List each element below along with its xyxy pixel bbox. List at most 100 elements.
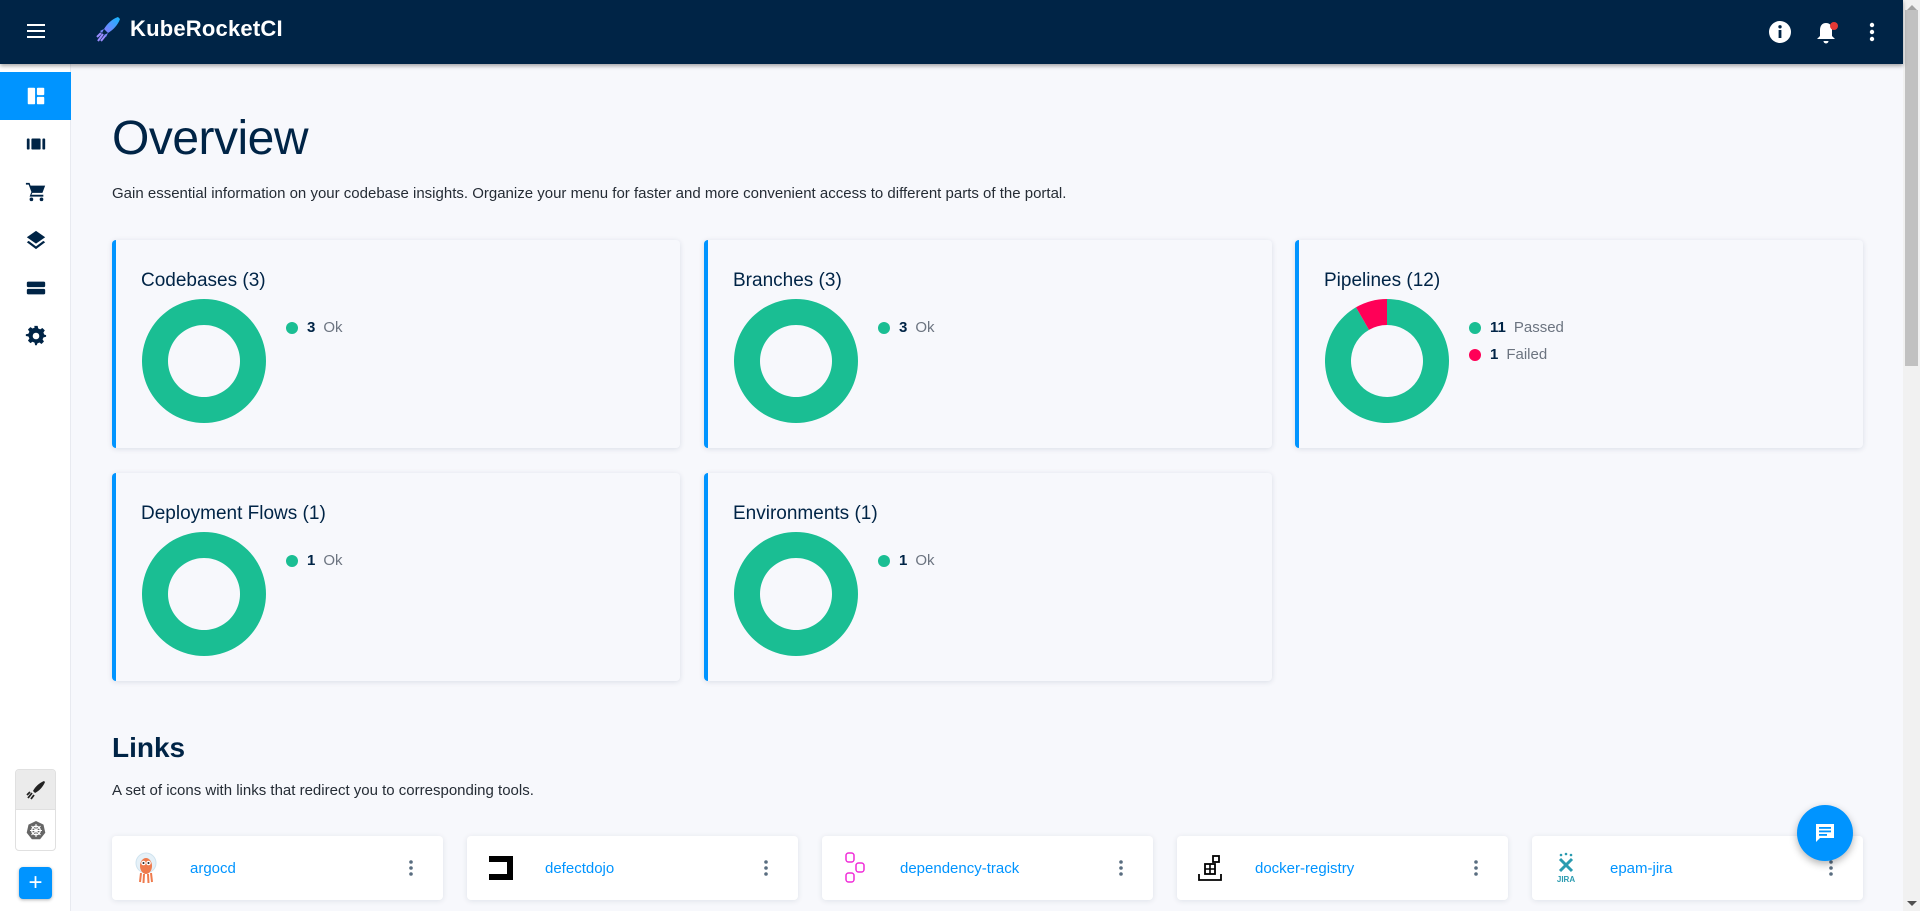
link-name[interactable]: argocd (190, 860, 393, 877)
legend-label: Ok (915, 552, 935, 569)
link-name[interactable]: docker-registry (1255, 860, 1458, 877)
sidebar-item-configuration[interactable] (0, 312, 71, 360)
more-vertical-icon (1869, 22, 1875, 42)
link-menu-button[interactable] (393, 850, 429, 886)
environments-donut-chart (734, 532, 858, 656)
link-name[interactable]: epam-jira (1610, 860, 1813, 877)
environments-card[interactable]: Environments (1) 1 Ok (704, 473, 1272, 681)
deployment-flows-card[interactable]: Deployment Flows (1) 1 Ok (112, 473, 680, 681)
sidebar: + (0, 64, 71, 911)
pipelines-donut-chart (1325, 299, 1449, 423)
rocket-icon (25, 780, 45, 800)
legend-value: 11 (1490, 319, 1506, 336)
link-menu-button[interactable] (748, 850, 784, 886)
codebases-card[interactable]: Codebases (3) 3 Ok (112, 240, 680, 448)
sidebar-item-deployment-flows[interactable] (0, 216, 71, 264)
sidebar-item-components[interactable] (0, 120, 71, 168)
codebases-donut-chart (142, 299, 266, 423)
status-dot-passed (1469, 321, 1481, 334)
app-header: KubeRocketCI (0, 0, 1903, 64)
legend-item-ok: 3 Ok (878, 314, 935, 341)
kubernetes-mode-button[interactable] (16, 810, 55, 850)
hamburger-menu-icon[interactable] (22, 20, 50, 44)
page-scrollbar[interactable] (1903, 0, 1920, 911)
legend-label: Failed (1506, 346, 1548, 363)
pipelines-card[interactable]: Pipelines (12) 11 Passed 1 Failed (1295, 240, 1863, 448)
scroll-down-arrow-icon[interactable] (1907, 901, 1917, 906)
card-title: Pipelines (12) (1324, 270, 1441, 291)
card-title: Branches (3) (733, 270, 842, 291)
card-title: Codebases (3) (141, 270, 266, 291)
branches-card[interactable]: Branches (3) 3 Ok (704, 240, 1272, 448)
legend-item-ok: 1 Ok (286, 547, 343, 574)
more-vertical-icon (1829, 860, 1833, 876)
chart-legend: 3 Ok (286, 314, 343, 341)
status-dot-ok (878, 321, 890, 334)
link-name[interactable]: defectdojo (545, 860, 748, 877)
view-array-icon (26, 138, 45, 150)
kubernetes-icon (26, 821, 45, 840)
argocd-icon (130, 852, 162, 884)
donut-slice-ok (142, 532, 266, 656)
page-subtitle: Gain essential information on your codeb… (112, 185, 1067, 202)
gear-icon (25, 325, 46, 346)
legend-value: 1 (1490, 346, 1499, 363)
status-dot-failed (1469, 348, 1481, 361)
legend-label: Ok (915, 319, 935, 336)
links-section-subtitle: A set of icons with links that redirect … (112, 782, 534, 799)
layers-icon (26, 230, 45, 250)
jira-icon: JIRA (1550, 852, 1582, 884)
chart-legend: 1 Ok (286, 547, 343, 574)
more-vertical-icon (764, 860, 768, 876)
legend-item-passed: 11 Passed (1469, 314, 1564, 341)
info-button[interactable] (1757, 9, 1803, 55)
storage-icon (26, 281, 45, 295)
app-title: KubeRocketCI (130, 16, 283, 41)
card-title: Deployment Flows (1) (141, 503, 326, 524)
status-dot-ok (286, 321, 298, 334)
legend-item-ok: 3 Ok (286, 314, 343, 341)
legend-label: Ok (323, 319, 343, 336)
status-dot-ok (878, 554, 890, 567)
link-card-argocd[interactable]: argocd (112, 836, 443, 900)
kuberocketci-mode-button[interactable] (16, 770, 55, 810)
link-menu-button[interactable] (1103, 850, 1139, 886)
link-menu-button[interactable] (1458, 850, 1494, 886)
app-logo[interactable]: KubeRocketCI (94, 15, 283, 43)
links-section-title: Links (112, 732, 186, 763)
chat-fab-button[interactable] (1797, 805, 1853, 861)
scrollbar-thumb[interactable] (1905, 10, 1918, 366)
legend-value: 1 (899, 552, 908, 569)
link-card-dependency-track[interactable]: dependency-track (822, 836, 1153, 900)
legend-label: Ok (323, 552, 343, 569)
page-title: Overview (112, 112, 309, 165)
donut-slice-ok (734, 532, 858, 656)
more-vertical-icon (1119, 860, 1123, 876)
sidebar-item-environments[interactable] (0, 264, 71, 312)
branches-donut-chart (734, 299, 858, 423)
legend-value: 3 (307, 319, 316, 336)
deployment-flows-donut-chart (142, 532, 266, 656)
link-card-docker-registry[interactable]: docker-registry (1177, 836, 1508, 900)
chart-legend: 1 Ok (878, 547, 935, 574)
sidebar-item-marketplace[interactable] (0, 168, 71, 216)
status-dot-ok (286, 554, 298, 567)
notification-badge (1830, 22, 1838, 30)
notifications-button[interactable] (1803, 9, 1849, 55)
add-button[interactable]: + (19, 867, 52, 899)
donut-slice-ok (734, 299, 858, 423)
legend-item-failed: 1 Failed (1469, 341, 1564, 368)
link-name[interactable]: dependency-track (900, 860, 1103, 877)
svg-text:JIRA: JIRA (1557, 875, 1575, 884)
donut-slice-ok (142, 299, 266, 423)
header-actions (1757, 0, 1903, 64)
legend-value: 3 (899, 319, 908, 336)
info-icon (1769, 21, 1791, 43)
link-card-defectdojo[interactable]: defectdojo (467, 836, 798, 900)
sidebar-item-overview[interactable] (0, 72, 71, 120)
legend-value: 1 (307, 552, 316, 569)
dashboard-icon (27, 87, 44, 105)
card-title: Environments (1) (733, 503, 878, 524)
more-options-button[interactable] (1849, 9, 1895, 55)
more-vertical-icon (409, 860, 413, 876)
